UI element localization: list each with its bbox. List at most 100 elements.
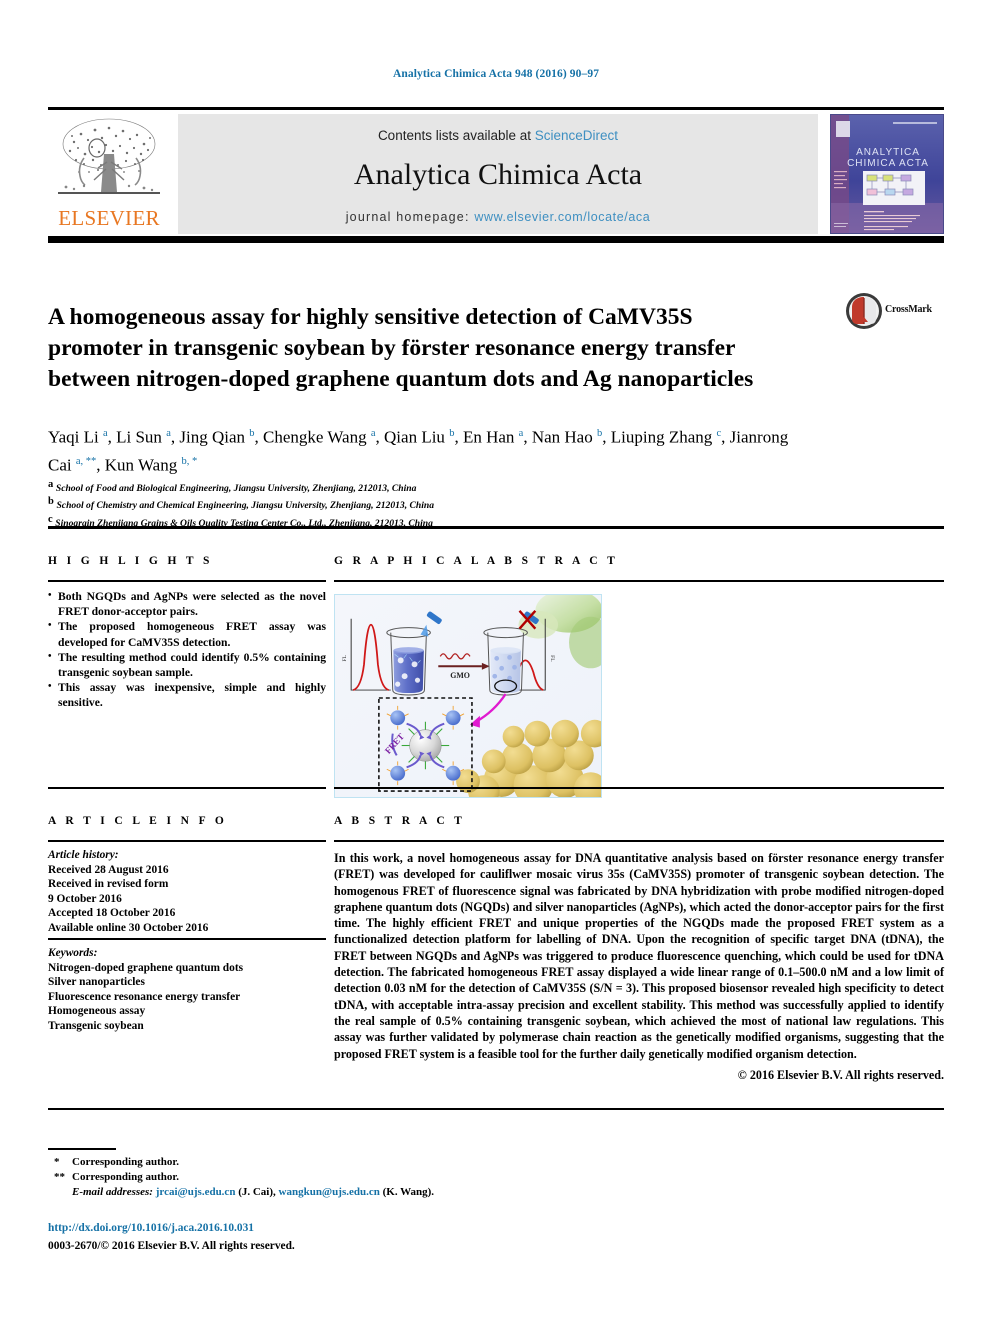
keyword-item: Silver nanoparticles — [48, 976, 145, 989]
graphical-abstract-bottom-rule — [334, 787, 944, 789]
affiliation-text: School of Food and Biological Engineerin… — [55, 483, 417, 495]
abstract-rule — [334, 840, 944, 842]
corresponding-text-1: Corresponding author. — [72, 1156, 179, 1168]
journal-article-first-page: Analytica Chimica Acta 948 (2016) 90–97 — [0, 0, 992, 1323]
affiliation-list: a School of Food and Biological Engineer… — [48, 478, 808, 530]
keyword-item: Homogeneous assay — [48, 1005, 146, 1018]
highlight-item: The proposed homogeneous FRET assay was … — [48, 618, 326, 649]
highlights-rule — [48, 580, 326, 582]
author-name: Qian Liu — [384, 427, 450, 447]
running-head: Analytica Chimica Acta 948 (2016) 90–97 — [392, 68, 600, 80]
affiliation-item: a School of Food and Biological Engineer… — [48, 478, 808, 495]
svg-text:GMO: GMO — [450, 671, 470, 680]
author-separator: , — [96, 455, 105, 475]
email-link-1[interactable]: jrcai@ujs.edu.cn — [156, 1186, 236, 1198]
corresponding-mark-2: ** — [54, 1171, 65, 1183]
email-link-2[interactable]: wangkun@ujs.edu.cn — [279, 1186, 380, 1198]
highlight-item: This assay was inexpensive, simple and h… — [48, 679, 326, 710]
abstract-heading: A B S T R A C T — [334, 815, 466, 827]
article-info-heading: A R T I C L E I N F O — [48, 815, 228, 827]
sciencedirect-banner: Contents lists available at ScienceDirec… — [178, 114, 818, 234]
footer-rule — [48, 1108, 944, 1110]
author-name: Nan Hao — [531, 427, 597, 447]
highlights-list: Both NGQDs and AgNPs were selected as th… — [48, 588, 326, 711]
author-name: Liuping Zhang — [610, 427, 717, 447]
keyword-item: Fluorescence resonance energy transfer — [48, 990, 241, 1003]
article-history-item: Received in revised form — [48, 878, 169, 891]
crossmark-label: CrossMark — [885, 304, 932, 315]
author-name: Yaqi Li — [48, 427, 103, 447]
elsevier-logo: ELSEVIER — [48, 114, 170, 234]
doi-link[interactable]: http://dx.doi.org/10.1016/j.aca.2016.10.… — [48, 1222, 254, 1234]
abstract-body: In this work, a novel homogeneous assay … — [334, 851, 944, 1061]
article-history-label: Article history: — [48, 849, 119, 861]
graphical-abstract-rule — [334, 580, 944, 582]
author-name: Chengke Wang — [263, 427, 371, 447]
affiliation-marker: a — [48, 479, 56, 490]
elsevier-tree-icon — [58, 118, 160, 194]
author-separator: , — [721, 427, 730, 447]
highlights-bottom-rule — [48, 787, 326, 789]
footnote-rule — [48, 1148, 116, 1150]
masthead-bottom-rule — [48, 236, 944, 243]
corresponding-author-2: ** Corresponding author. — [48, 1170, 648, 1185]
author-separator: , — [107, 427, 117, 447]
keyword-item: Transgenic soybean — [48, 1019, 144, 1032]
keywords-label: Keywords: — [48, 947, 98, 959]
highlight-item: Both NGQDs and AgNPs were selected as th… — [48, 588, 326, 619]
svg-text:FL: FL — [342, 655, 348, 661]
svg-text:FL: FL — [549, 655, 555, 661]
article-history-item: Accepted 18 October 2016 — [48, 907, 176, 920]
svg-text:CHIMICA ACTA: CHIMICA ACTA — [847, 158, 929, 169]
journal-cover-thumbnail: ANALYTICA CHIMICA ACTA — [830, 114, 944, 234]
affiliation-text: School of Chemistry and Chemical Enginee… — [56, 500, 435, 512]
highlights-heading: H I G H L I G H T S — [48, 555, 213, 567]
graphical-abstract-figure: FL FL GMO FRET — [334, 594, 602, 798]
affiliation-item: b School of Chemistry and Chemical Engin… — [48, 495, 808, 512]
article-history: Article history: Received 28 August 2016 R… — [48, 848, 326, 936]
author-separator: , — [254, 427, 263, 447]
journal-homepage-line: journal homepage: www.elsevier.com/locat… — [178, 210, 818, 224]
body-top-rule — [48, 526, 944, 529]
masthead-top-rule — [48, 107, 944, 110]
svg-text:ANALYTICA: ANALYTICA — [856, 147, 920, 158]
author-affiliation-marker: a, ** — [75, 455, 97, 467]
email-label: E-mail addresses: — [72, 1186, 156, 1198]
author-separator: , — [523, 427, 532, 447]
keywords-rule — [48, 938, 326, 940]
issn-copyright: 0003-2670/© 2016 Elsevier B.V. All right… — [48, 1240, 295, 1252]
contents-lists-line: Contents lists available at ScienceDirec… — [178, 128, 818, 143]
email-name-1: (J. Cai), — [235, 1186, 279, 1198]
author-name: Li Sun — [116, 427, 167, 447]
page-title: A homogeneous assay for highly sensitive… — [48, 303, 754, 392]
keyword-item: Nitrogen-doped graphene quantum dots — [48, 961, 244, 974]
crossmark-logo-icon — [846, 293, 882, 329]
sciencedirect-link[interactable]: ScienceDirect — [535, 128, 618, 143]
contents-lists-prefix: Contents lists available at — [377, 128, 535, 143]
author-separator: , — [375, 427, 385, 447]
email-addresses: E-mail addresses: jrcai@ujs.edu.cn (J. C… — [48, 1185, 648, 1200]
article-history-item: Received 28 August 2016 — [48, 863, 169, 876]
highlight-item: The resulting method could identify 0.5%… — [48, 649, 326, 680]
article-history-item: 9 October 2016 — [48, 892, 122, 905]
corresponding-author-block: * Corresponding author. ** Corresponding… — [48, 1155, 648, 1200]
journal-homepage-link[interactable]: www.elsevier.com/locate/aca — [474, 210, 650, 224]
author-separator: , — [454, 427, 463, 447]
corresponding-mark-1: * — [54, 1156, 60, 1168]
author-list: Yaqi Li a, Li Sun a, Jing Qian b, Chengk… — [48, 422, 808, 477]
author-name: En Han — [462, 427, 519, 447]
graphical-abstract-heading: G R A P H I C A L A B S T R A C T — [334, 555, 619, 567]
email-name-2: (K. Wang). — [379, 1186, 435, 1198]
abstract-copyright: © 2016 Elsevier B.V. All rights reserved… — [737, 1068, 944, 1082]
keywords-block: Keywords: Nitrogen-doped graphene quantum… — [48, 946, 326, 1034]
corresponding-text-2: Corresponding author. — [72, 1171, 179, 1183]
article-history-item: Available online 30 October 2016 — [48, 921, 209, 934]
author-separator: , — [602, 427, 611, 447]
corresponding-author-1: * Corresponding author. — [48, 1155, 648, 1170]
journal-masthead: ELSEVIER Contents lists available at Sci… — [48, 112, 944, 234]
fret-assay-schematic-icon: FL FL GMO FRET — [335, 595, 601, 797]
journal-cover-art-icon: ANALYTICA CHIMICA ACTA — [831, 115, 943, 233]
author-name: Jing Qian — [179, 427, 250, 447]
crossmark-badge[interactable]: CrossMark — [845, 292, 945, 332]
elsevier-wordmark: ELSEVIER — [58, 206, 160, 230]
